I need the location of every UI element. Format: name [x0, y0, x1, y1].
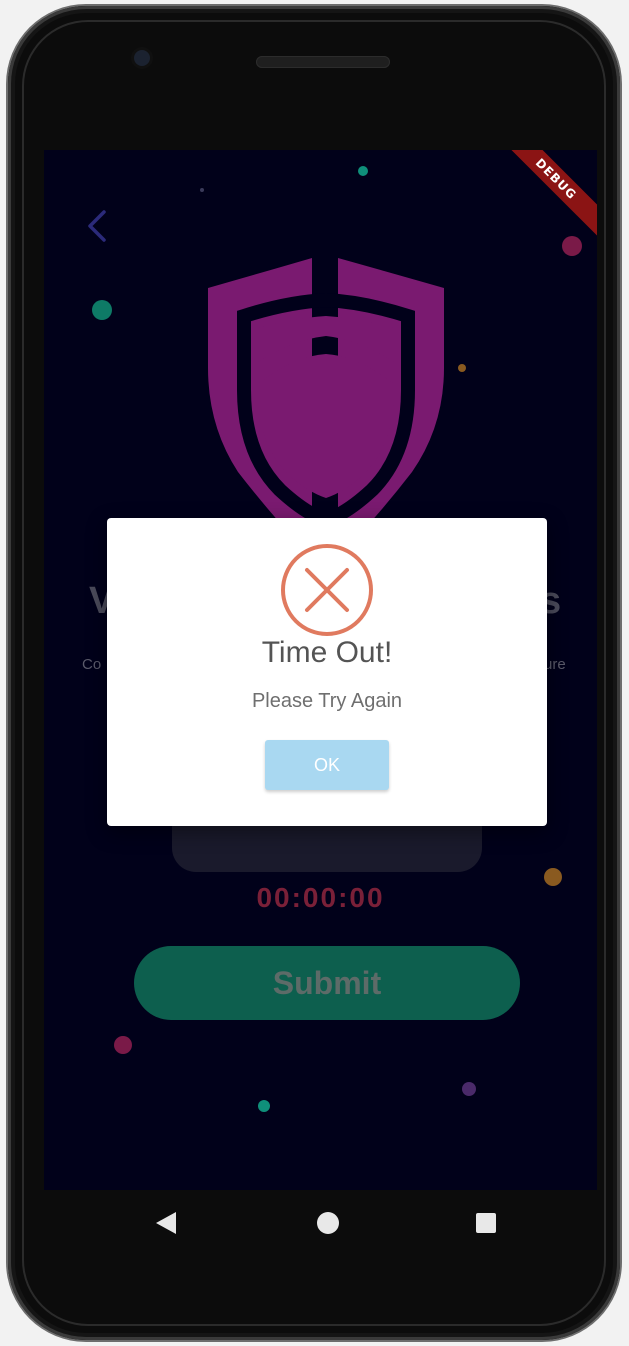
- back-chevron-icon[interactable]: [84, 208, 112, 244]
- phone-frame: V s Co ure 00:00:00 Submit DEBUG Time Ou…: [8, 6, 620, 1340]
- shield-icon: [208, 258, 444, 558]
- earpiece-speaker: [256, 56, 390, 68]
- decorative-dot: [92, 300, 112, 320]
- decorative-dot: [258, 1100, 270, 1112]
- decorative-dot: [200, 188, 204, 192]
- front-camera: [134, 50, 150, 66]
- circle-home-icon[interactable]: [317, 1212, 339, 1234]
- android-navigation-bar: [44, 1190, 597, 1254]
- decorative-dot: [458, 364, 466, 372]
- background-subtitle-fragment: ure: [544, 656, 566, 673]
- ok-button[interactable]: OK: [265, 740, 389, 790]
- triangle-back-icon[interactable]: [154, 1210, 178, 1236]
- background-subtitle-fragment: Co: [82, 656, 102, 673]
- square-recents-icon[interactable]: [476, 1213, 496, 1233]
- decorative-dot: [114, 1036, 132, 1054]
- countdown-timer: 00:00:00: [256, 882, 385, 913]
- debug-banner: DEBUG: [495, 150, 597, 240]
- decorative-dot: [462, 1082, 476, 1096]
- dialog-title: Time Out!: [261, 636, 393, 669]
- submit-button[interactable]: Submit: [134, 946, 520, 1020]
- timeout-dialog: Time Out! Please Try Again OK: [107, 518, 547, 826]
- dialog-message: Please Try Again: [251, 690, 403, 712]
- close-circle-icon: [281, 544, 373, 636]
- decorative-dot: [562, 236, 582, 256]
- emulator-stage: V s Co ure 00:00:00 Submit DEBUG Time Ou…: [0, 0, 629, 1346]
- decorative-dot: [358, 166, 368, 176]
